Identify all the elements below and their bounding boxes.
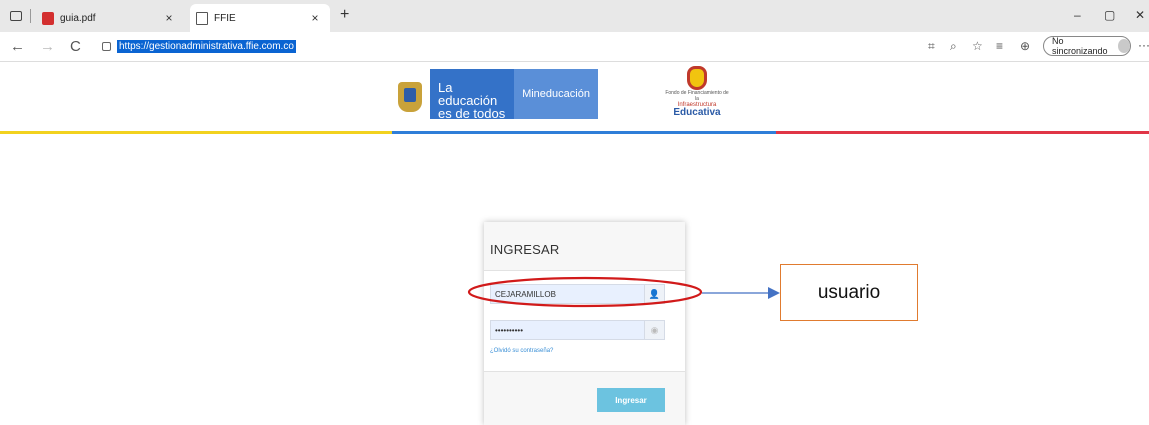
stripe-red [776, 131, 1149, 134]
address-url[interactable]: https://gestionadministrativa.ffie.com.c… [117, 39, 296, 53]
stripe-blue [392, 131, 776, 134]
username-field[interactable]: CEJARAMILLOB 👤 [490, 284, 665, 304]
browser-tab-bar: guia.pdf × FFIE × + – ▢ ✕ [0, 0, 1149, 32]
avatar-icon [1117, 39, 1130, 53]
arrow-head [768, 287, 780, 299]
tab-title: FFIE [214, 12, 236, 24]
brand-slogan: La educación es de todos [438, 80, 506, 121]
login-submit-button[interactable]: Ingresar [597, 388, 665, 412]
login-title: INGRESAR [490, 242, 560, 257]
address-bar[interactable]: https://gestionadministrativa.ffie.com.c… [96, 35, 916, 57]
stripe-yellow [0, 131, 392, 134]
pdf-icon [42, 11, 54, 25]
window-menu-icon[interactable] [10, 11, 22, 21]
annotation-callout: usuario [780, 264, 918, 321]
new-tab-button[interactable]: + [340, 6, 349, 24]
forgot-password-link[interactable]: ¿Olvidó su contraseña? [490, 348, 553, 354]
ffie-logo: Fondo de Financiamiento de la Infraestru… [664, 66, 730, 120]
password-field[interactable]: •••••••••• ◉ [490, 320, 665, 340]
zoom-icon[interactable]: ⌕ [950, 39, 957, 54]
maximize-button[interactable]: ▢ [1104, 8, 1115, 22]
sync-label: No sincronizando [1052, 36, 1108, 56]
collections-icon[interactable]: ⊕ [1020, 39, 1030, 53]
eye-icon[interactable]: ◉ [644, 321, 664, 339]
callout-label: usuario [817, 281, 881, 303]
lock-icon [102, 41, 111, 51]
profile-sync-button[interactable]: No sincronizando [1043, 36, 1131, 56]
colombia-crest-logo [398, 82, 422, 112]
tab-ffie[interactable]: FFIE × [190, 4, 330, 32]
brand-ministry: Mineducación [514, 69, 598, 119]
more-menu-icon[interactable]: ··· [1138, 38, 1149, 52]
mineducacion-banner: La educación es de todos Mineducación [430, 69, 598, 121]
login-card: INGRESAR CEJARAMILLOB 👤 •••••••••• ◉ ¿Ol… [484, 222, 685, 425]
password-value: •••••••••• [495, 325, 524, 335]
login-header: INGRESAR [484, 222, 685, 271]
page-icon [196, 11, 208, 25]
ffie-edu-text: Educativa [673, 107, 721, 118]
refresh-button[interactable]: C [70, 38, 81, 55]
browser-toolbar: ← → C https://gestionadministrativa.ffie… [0, 32, 1149, 62]
immersive-reader-icon[interactable]: ⌗ [928, 39, 935, 54]
minimize-button[interactable]: – [1074, 8, 1081, 22]
tab-title: guia.pdf [60, 12, 96, 24]
favorites-list-icon[interactable]: ≡ [996, 39, 1003, 53]
ffie-mark-icon [687, 66, 707, 90]
favorite-star-icon[interactable]: ☆ [972, 39, 983, 53]
ffie-small-text: Fondo de Financiamiento de la [665, 90, 729, 102]
forward-button[interactable]: → [40, 38, 55, 55]
tab-separator [30, 9, 31, 23]
back-button[interactable]: ← [10, 38, 25, 55]
close-window-button[interactable]: ✕ [1135, 8, 1145, 22]
close-tab-icon[interactable]: × [308, 11, 322, 25]
username-value: CEJARAMILLOB [495, 289, 556, 299]
tab-guia-pdf[interactable]: guia.pdf × [36, 4, 184, 32]
close-tab-icon[interactable]: × [162, 11, 176, 25]
user-icon: 👤 [644, 285, 664, 303]
